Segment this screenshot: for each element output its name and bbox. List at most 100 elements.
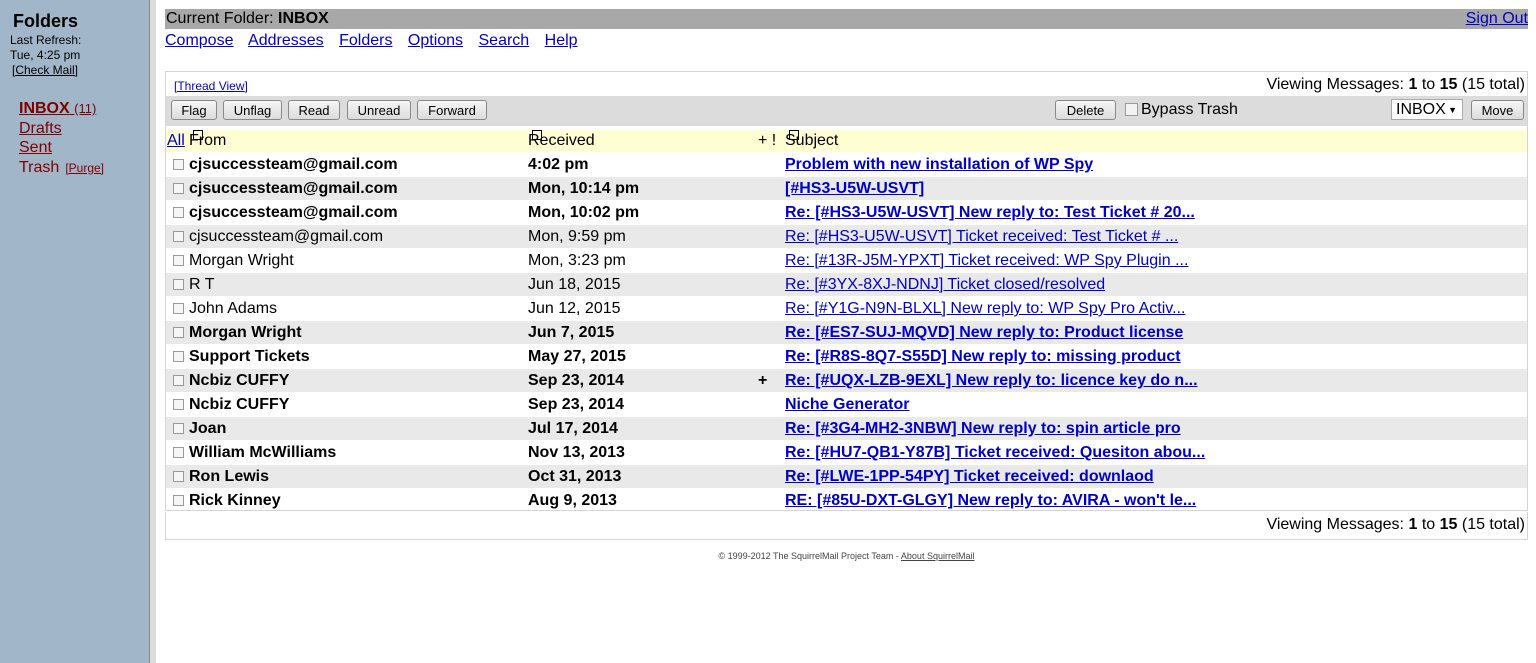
thread-view: [Thread View] — [174, 79, 248, 93]
table-row[interactable]: Morgan Wright Jun 7, 2015 Re: [#ES7-SUJ-MQ… — [166, 320, 1527, 344]
last-refresh-time: Tue, 4:25 pm — [10, 48, 81, 62]
viewing-to-word: to — [1421, 516, 1436, 533]
folder-inbox-count: (11) — [74, 101, 97, 116]
select-all-link[interactable]: All — [167, 132, 185, 149]
delete-button[interactable]: Delete — [1055, 100, 1116, 120]
flag-button[interactable]: Flag — [171, 100, 217, 120]
message-checkbox[interactable] — [173, 447, 184, 458]
message-checkbox[interactable] — [173, 279, 184, 290]
table-row[interactable]: Joan Jul 17, 2014 Re: [#3G4-MH2-3NBW] New … — [166, 416, 1527, 440]
message-checkbox[interactable] — [173, 423, 184, 434]
message-checkbox[interactable] — [173, 255, 184, 266]
menu-options[interactable]: Options — [408, 32, 463, 49]
message-received: Mon, 9:59 pm — [528, 228, 626, 245]
message-from: cjsuccessteam@gmail.com — [189, 156, 398, 173]
table-row[interactable]: Ncbiz CUFFY Sep 23, 2014 + Re: [#UQX-LZB-9E… — [166, 368, 1527, 392]
copyright: © 1999-2012 The SquirrelMail Project Tea… — [165, 551, 1528, 561]
folder-sidebar: Folders Last Refresh: Tue, 4:25 pm [Chec… — [0, 0, 149, 663]
message-received: Jun 7, 2015 — [528, 324, 615, 341]
message-checkbox[interactable] — [173, 375, 184, 386]
message-subject-link[interactable]: Re: [#HU7-QB1-Y87B] Ticket received: Que… — [785, 441, 1205, 465]
viewing-to: 15 — [1439, 516, 1458, 533]
message-subject-link[interactable]: Re: [#3G4-MH2-3NBW] New reply to: spin a… — [785, 417, 1181, 441]
unflag-button[interactable]: Unflag — [223, 100, 282, 120]
sign-out-link[interactable]: Sign Out — [1466, 9, 1528, 29]
table-row[interactable]: Ron Lewis Oct 31, 2013 Re: [#LWE-1PP-54PY]… — [166, 464, 1527, 488]
sort-icon[interactable] — [193, 130, 203, 140]
message-subject-link[interactable]: Re: [#Y1G-N9N-BLXL] New reply to: WP Spy… — [785, 297, 1185, 321]
table-row[interactable]: Rick Kinney Aug 9, 2013 RE: [#85U-DXT-GLGY… — [166, 488, 1527, 512]
table-row[interactable]: cjsuccessteam@gmail.com Mon, 9:59 pm Re: [… — [166, 224, 1527, 248]
menu-search[interactable]: Search — [479, 32, 530, 49]
message-subject-link[interactable]: Re: [#ES7-SUJ-MQVD] New reply to: Produc… — [785, 321, 1183, 345]
message-received: May 27, 2015 — [528, 348, 626, 365]
unread-button[interactable]: Unread — [347, 100, 411, 120]
message-from: cjsuccessteam@gmail.com — [189, 204, 398, 221]
purge-trash-link[interactable]: [Purge] — [65, 161, 104, 175]
table-row[interactable]: William McWilliams Nov 13, 2013 Re: [#HU7-… — [166, 440, 1527, 464]
table-row[interactable]: Morgan Wright Mon, 3:23 pm Re: [#13R-J5M-Y… — [166, 248, 1527, 272]
about-squirrelmail-link[interactable]: About SquirrelMail — [901, 551, 975, 561]
message-checkbox[interactable] — [173, 159, 184, 170]
message-checkbox[interactable] — [173, 207, 184, 218]
sort-icon[interactable] — [789, 130, 799, 140]
message-list-footer: Viewing Messages: 1 to 15 (15 total) — [165, 512, 1528, 540]
table-row[interactable]: Support Tickets May 27, 2015 Re: [#R8S-8Q7… — [166, 344, 1527, 368]
message-subject-link[interactable]: Re: [#3YX-8XJ-NDNJ] Ticket closed/resolv… — [785, 273, 1105, 297]
message-subject-link[interactable]: Niche Generator — [785, 393, 909, 417]
table-row[interactable]: Ncbiz CUFFY Sep 23, 2014 Niche Generator — [166, 392, 1527, 416]
message-subject-link[interactable]: Re: [#UQX-LZB-9EXL] New reply to: licenc… — [785, 369, 1198, 393]
table-row[interactable]: John Adams Jun 12, 2015 Re: [#Y1G-N9N-BLXL… — [166, 296, 1527, 320]
flags-header: + ! — [758, 132, 777, 149]
folder-inbox[interactable]: INBOX (11) — [19, 99, 104, 119]
menu-folders[interactable]: Folders — [339, 32, 392, 49]
sort-icon[interactable] — [532, 130, 542, 140]
folder-trash[interactable]: Trash — [19, 159, 59, 176]
move-button[interactable]: Move — [1471, 100, 1524, 120]
message-checkbox[interactable] — [173, 327, 184, 338]
menu-compose[interactable]: Compose — [165, 32, 233, 49]
message-subject-link[interactable]: Re: [#LWE-1PP-54PY] Ticket received: dow… — [785, 465, 1154, 489]
folder-drafts[interactable]: Drafts — [19, 119, 104, 139]
table-row[interactable]: cjsuccessteam@gmail.com 4:02 pm Problem wi… — [166, 152, 1527, 176]
message-received: Sep 23, 2014 — [528, 396, 625, 413]
bypass-trash: Bypass Trash — [1125, 101, 1238, 119]
menu-addresses[interactable]: Addresses — [248, 32, 324, 49]
last-refresh: Last Refresh: Tue, 4:25 pm — [10, 33, 81, 63]
viewing-to-word: to — [1421, 76, 1436, 93]
menu-help[interactable]: Help — [545, 32, 578, 49]
move-target-select[interactable]: INBOX ▼ — [1391, 99, 1463, 120]
message-subject-link[interactable]: [#HS3-U5W-USVT] — [785, 177, 924, 201]
message-received: Jul 17, 2014 — [528, 420, 618, 437]
message-checkbox[interactable] — [173, 231, 184, 242]
forward-button[interactable]: Forward — [417, 100, 487, 120]
message-subject-link[interactable]: RE: [#85U-DXT-GLGY] New reply to: AVIRA … — [785, 489, 1196, 513]
message-subject-link[interactable]: Re: [#HS3-U5W-USVT] New reply to: Test T… — [785, 201, 1195, 225]
message-checkbox[interactable] — [173, 471, 184, 482]
table-row[interactable]: cjsuccessteam@gmail.com Mon, 10:02 pm Re: … — [166, 200, 1527, 224]
message-checkbox[interactable] — [173, 351, 184, 362]
message-received: Jun 18, 2015 — [528, 276, 621, 293]
message-checkbox[interactable] — [173, 399, 184, 410]
message-checkbox[interactable] — [173, 495, 184, 506]
message-subject-link[interactable]: Re: [#13R-J5M-YPXT] Ticket received: WP … — [785, 249, 1188, 273]
table-row[interactable]: R T Jun 18, 2015 Re: [#3YX-8XJ-NDNJ] Ticke… — [166, 272, 1527, 296]
message-checkbox[interactable] — [173, 183, 184, 194]
folder-inbox-label: INBOX — [19, 100, 70, 117]
message-from: Morgan Wright — [189, 252, 294, 269]
message-checkbox[interactable] — [173, 303, 184, 314]
bypass-trash-checkbox[interactable] — [1125, 103, 1138, 117]
bypass-trash-label: Bypass Trash — [1141, 101, 1238, 118]
check-mail-link[interactable]: [Check Mail] — [12, 63, 78, 77]
thread-view-link[interactable]: [Thread View] — [174, 79, 248, 93]
folder-sent[interactable]: Sent — [19, 138, 104, 158]
message-subject-link[interactable]: Re: [#HS3-U5W-USVT] Ticket received: Tes… — [785, 225, 1178, 249]
last-refresh-label: Last Refresh: — [10, 33, 82, 47]
read-button[interactable]: Read — [288, 100, 340, 120]
table-row[interactable]: cjsuccessteam@gmail.com Mon, 10:14 pm [#HS… — [166, 176, 1527, 200]
message-subject-link[interactable]: Re: [#R8S-8Q7-S55D] New reply to: missin… — [785, 345, 1181, 369]
message-subject-link[interactable]: Problem with new installation of WP Spy — [785, 153, 1093, 177]
copyright-text: © 1999-2012 The SquirrelMail Project Tea… — [718, 551, 899, 561]
frame-divider[interactable] — [149, 0, 156, 663]
message-received: 4:02 pm — [528, 156, 589, 173]
